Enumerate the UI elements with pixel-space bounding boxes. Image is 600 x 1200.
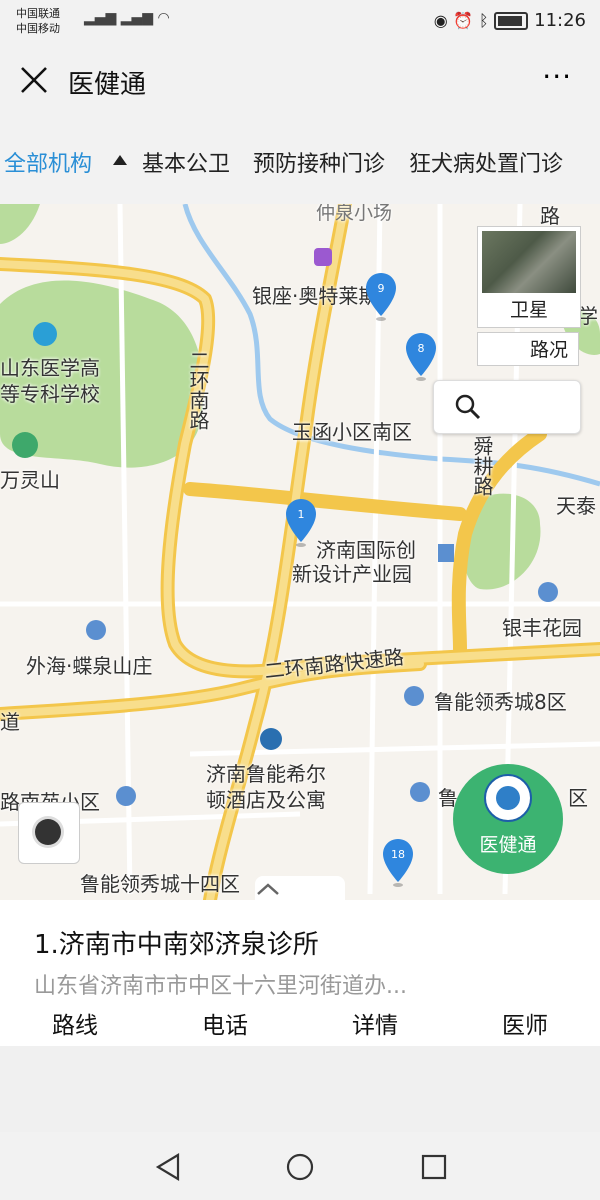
map-pin-icon <box>366 273 396 321</box>
brand-label: 医健通 <box>479 834 537 856</box>
filter-vaccination-clinic[interactable]: 预防接种门诊 <box>253 146 385 178</box>
map-pin-icon <box>383 839 413 887</box>
locate-button[interactable] <box>18 802 80 864</box>
satellite-toggle[interactable]: 卫星 <box>477 226 581 328</box>
clinic-title: 1.济南市中南郊济泉诊所 <box>34 930 319 960</box>
brand-logo <box>484 774 532 822</box>
status-bar: 中国联通 中国移动 ▂▄▆ ▂▄▆ ◠ ◉ ⏰ ᛒ 11:26 <box>0 0 600 44</box>
hotel-icon <box>260 728 282 750</box>
map-view[interactable]: 仲泉小场 路 银座·奥特莱斯 学 山东医学高 等专科学校 万灵山 二环南路 玉函… <box>0 204 600 900</box>
map-pin-icon <box>406 333 436 381</box>
map-label-wanlingshan: 万灵山 <box>0 468 60 492</box>
page-title: 医健通 <box>68 70 147 100</box>
filter-all-institutions[interactable]: 全部机构 <box>4 146 92 178</box>
map-label-luneng-14: 鲁能领秀城十四区 <box>80 872 240 896</box>
phone-button[interactable]: 电话 <box>175 1006 275 1040</box>
system-nav-bar <box>0 1132 600 1200</box>
map-label-school-2: 等专科学校 <box>0 382 100 406</box>
brand-fab-button[interactable]: 医健通 <box>453 764 563 874</box>
building-icon <box>438 544 454 562</box>
title-bar: 医健通 ··· <box>0 44 600 118</box>
signal-icon: ▂▄▆ <box>84 10 117 26</box>
more-menu-button[interactable]: ··· <box>542 60 572 93</box>
route-button[interactable]: 路线 <box>25 1006 125 1040</box>
wifi-icon: ◠ <box>157 10 170 26</box>
pin-number: 9 <box>377 282 385 295</box>
caret-up-icon[interactable] <box>112 154 128 166</box>
doctors-button[interactable]: 医师 <box>475 1006 575 1040</box>
clinic-info-card[interactable]: 1.济南市中南郊济泉诊所 山东省济南市市中区十六里河街道办... 路线 电话 详… <box>0 900 600 1046</box>
map-label-shungeng-road: 舜耕路 <box>470 436 494 496</box>
map-label: 学 <box>578 304 598 328</box>
satellite-label: 卫星 <box>509 299 548 321</box>
filter-rabies-clinic[interactable]: 狂犬病处置门诊 <box>409 146 563 178</box>
search-icon <box>455 394 481 420</box>
bluetooth-icon: ᛒ <box>479 11 489 30</box>
clinic-address: 山东省济南市市中区十六里河街道办... <box>34 974 407 999</box>
clock-time: 11:26 <box>534 10 586 31</box>
chevron-up-icon <box>257 883 279 895</box>
house-icon <box>538 582 558 602</box>
signal-icons: ▂▄▆ ▂▄▆ ◠ <box>84 10 170 26</box>
pin-number: 1 <box>297 508 305 521</box>
eye-icon: ◉ <box>433 11 448 30</box>
shopping-bag-icon <box>314 248 332 266</box>
recent-apps-icon[interactable] <box>418 1152 450 1182</box>
school-icon <box>33 322 57 346</box>
map-label-yinzuo: 银座·奥特莱斯 <box>252 284 379 308</box>
pin-number: 18 <box>391 848 405 861</box>
signal-icon-2: ▂▄▆ <box>120 10 154 26</box>
back-icon[interactable] <box>152 1152 184 1182</box>
mountain-icon <box>12 432 38 458</box>
map-label-hilton-2: 顿酒店及公寓 <box>206 788 326 812</box>
expand-panel-handle[interactable] <box>255 876 345 900</box>
map-label-school-1: 山东医学高 <box>0 356 100 380</box>
battery-icon <box>494 12 529 30</box>
status-right: ◉ ⏰ ᛒ 11:26 <box>434 10 586 31</box>
house-icon <box>86 620 106 640</box>
home-icon[interactable] <box>284 1152 316 1182</box>
close-icon[interactable] <box>18 64 50 96</box>
map-pin-8[interactable]: 8 <box>404 332 438 382</box>
details-button[interactable]: 详情 <box>325 1006 425 1040</box>
map-label-park-2: 新设计产业园 <box>292 562 412 586</box>
map-label-erhuannan-road: 二环南路 <box>186 350 210 430</box>
house-icon <box>116 786 136 806</box>
filter-basic-public-health[interactable]: 基本公卫 <box>142 146 230 178</box>
map-label: 道 <box>0 710 20 734</box>
carrier-1: 中国联通 <box>16 7 60 20</box>
map-label-yuhan: 玉函小区南区 <box>292 420 412 444</box>
satellite-thumbnail <box>482 231 576 293</box>
carrier-2: 中国移动 <box>16 22 60 35</box>
locate-icon <box>35 819 61 845</box>
map-label-luneng-8: 鲁能领秀城8区 <box>434 690 567 714</box>
map-label-waihai: 外海·蝶泉山庄 <box>26 654 153 678</box>
map-pin-18[interactable]: 18 <box>381 838 415 888</box>
map-label-yinfeng: 银丰花园 <box>502 616 582 640</box>
alarm-icon: ⏰ <box>453 11 474 30</box>
map-pin-1[interactable]: 1 <box>284 498 318 548</box>
map-label: 仲泉小场 <box>316 204 393 224</box>
map-label: 区 <box>568 786 588 810</box>
carrier-info: 中国联通 中国移动 <box>16 6 60 36</box>
map-label-hilton-1: 济南鲁能希尔 <box>206 762 326 786</box>
house-icon <box>404 686 424 706</box>
map-pin-9[interactable]: 9 <box>364 272 398 322</box>
map-label-tiantai: 天泰 <box>556 494 596 518</box>
filter-bar: 全部机构 基本公卫 预防接种门诊 狂犬病处置门诊 <box>0 118 600 204</box>
traffic-toggle[interactable]: 路况 <box>477 332 579 366</box>
house-icon <box>410 782 430 802</box>
map-search-button[interactable] <box>433 380 581 434</box>
pin-number: 8 <box>417 342 425 355</box>
map-pin-icon <box>286 499 316 547</box>
